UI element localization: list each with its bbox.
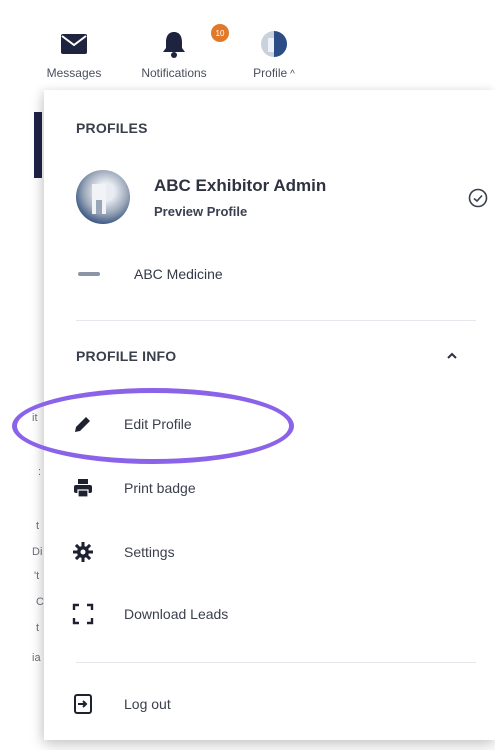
- nav-profile-label: Profile ^: [253, 66, 295, 80]
- notification-badge: 10: [211, 24, 229, 42]
- menu-logout-label: Log out: [124, 696, 171, 712]
- background-text: C: [36, 596, 44, 608]
- bell-icon: 10: [159, 24, 229, 62]
- organization-profile[interactable]: ABC Medicine: [76, 264, 476, 288]
- background-text: 't: [34, 570, 40, 582]
- background-text: Di: [32, 546, 43, 558]
- menu-download-leads-label: Download Leads: [124, 606, 229, 622]
- envelope-icon: [60, 26, 88, 62]
- active-profile[interactable]: ABC Exhibitor Admin Preview Profile: [76, 170, 488, 234]
- organization-logo: [78, 272, 100, 276]
- menu-edit-profile-label: Edit Profile: [124, 416, 192, 432]
- organization-name: ABC Medicine: [134, 266, 223, 282]
- preview-profile-link[interactable]: Preview Profile: [154, 204, 247, 219]
- printer-icon: [70, 475, 96, 501]
- menu-settings[interactable]: Settings: [70, 532, 480, 572]
- gear-icon: [70, 539, 96, 565]
- profiles-heading: PROFILES: [76, 120, 148, 136]
- background-text: t: [36, 622, 40, 634]
- profile-name: ABC Exhibitor Admin: [154, 176, 327, 195]
- chevron-up-icon[interactable]: [444, 348, 460, 364]
- nav-notifications[interactable]: 10 Notifications: [126, 24, 229, 80]
- background-text: it: [32, 412, 38, 424]
- pencil-icon: [70, 411, 96, 437]
- profile-info-heading: PROFILE INFO: [76, 348, 177, 364]
- background-text: :: [38, 466, 42, 478]
- top-navigation: Messages 10 Notifications Profile ^: [0, 0, 495, 90]
- nav-messages[interactable]: Messages: [36, 26, 112, 80]
- menu-download-leads[interactable]: Download Leads: [70, 594, 480, 634]
- menu-print-badge[interactable]: Print badge: [70, 468, 480, 508]
- check-circle-icon: [468, 188, 488, 208]
- divider: [76, 320, 476, 321]
- nav-messages-label: Messages: [46, 66, 102, 80]
- background-text: ia: [32, 652, 41, 664]
- profile-avatar: [76, 170, 130, 224]
- background-sidebar-bar: [34, 112, 42, 178]
- nav-profile[interactable]: Profile ^: [236, 26, 312, 80]
- nav-notifications-label: Notifications: [141, 66, 207, 80]
- menu-edit-profile[interactable]: Edit Profile: [70, 404, 480, 444]
- menu-settings-label: Settings: [124, 544, 175, 560]
- background-text: t: [36, 520, 40, 532]
- scan-icon: [70, 601, 96, 627]
- logout-icon: [70, 691, 96, 717]
- profile-avatar-icon: [259, 26, 289, 62]
- menu-logout[interactable]: Log out: [70, 684, 480, 724]
- divider: [76, 662, 476, 663]
- caret-up-icon: ^: [290, 69, 295, 80]
- menu-print-badge-label: Print badge: [124, 480, 196, 496]
- profile-dropdown: PROFILES ABC Exhibitor Admin Preview Pro…: [44, 90, 495, 740]
